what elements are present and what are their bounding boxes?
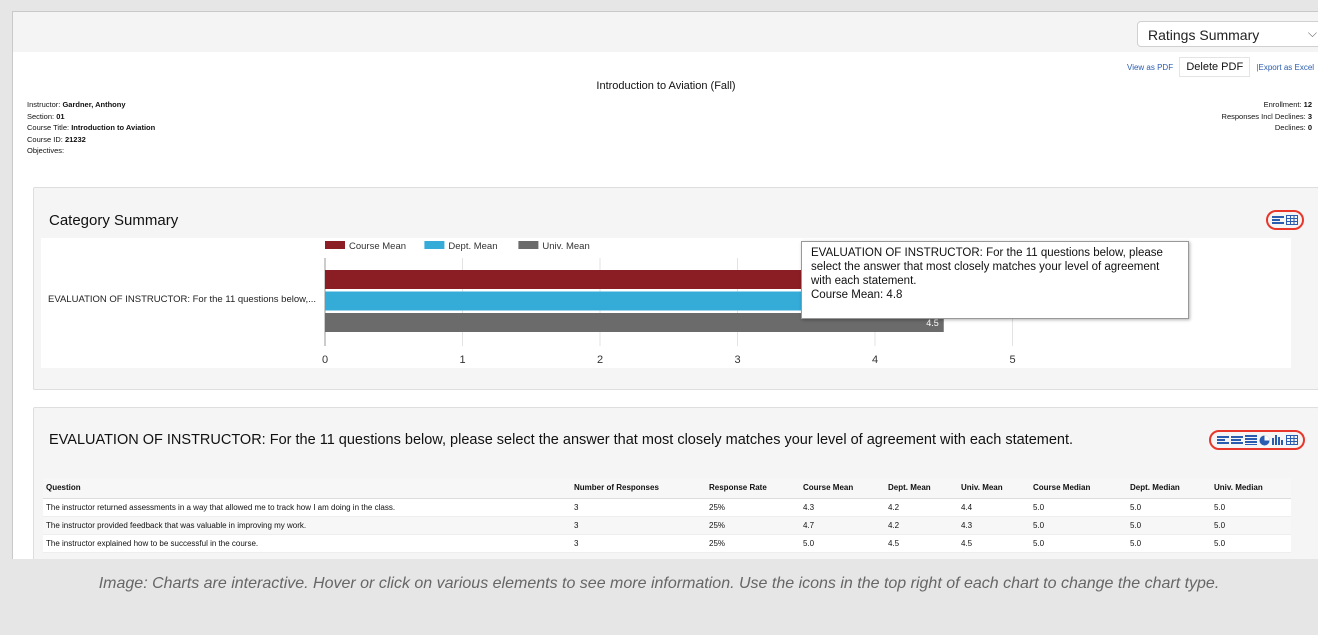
category-summary-panel: Category Summary Course Mean Dept. Mean Un… [33,187,1318,390]
table-row: The instructor returned assessments in a… [43,498,1291,517]
cell-dept-median: 5.0 [1127,516,1211,535]
x-tick-label: 3 [734,354,740,366]
bar-chart-icon[interactable] [1216,435,1229,445]
cell-univ-median: 5.0 [1211,498,1291,517]
cell-univ-median: 5.0 [1211,516,1291,535]
table-icon[interactable] [1286,215,1298,225]
cell-num-responses: 3 [571,534,706,553]
cell-course-median: 5.0 [1030,516,1127,535]
cell-course-median: 5.0 [1030,498,1127,517]
questions-table-wrap: Question Number of Responses Response Ra… [43,478,1291,553]
questions-table: Question Number of Responses Response Ra… [43,478,1291,553]
legend-swatch [325,241,345,249]
list-icon[interactable] [1244,435,1257,445]
table-header-row: Question Number of Responses Response Ra… [43,478,1291,499]
tooltip-value: Course Mean: 4.8 [811,289,903,301]
category-summary-title: Category Summary [49,212,179,229]
cell-question: The instructor explained how to be succe… [43,534,571,553]
legend-label: Univ. Mean [542,241,589,252]
info-declines: Declines: 0 [1274,123,1312,132]
top-bar [13,12,1318,52]
table-icon[interactable] [1285,435,1298,445]
cell-num-responses: 3 [571,516,706,535]
info-objectives: Objectives: [27,146,65,155]
report-type-select[interactable]: Ratings Summary ⌵ [1137,21,1318,47]
report-actions: View as PDF Delete PDF |Export as Excel [1127,57,1314,77]
category-label: EVALUATION OF INSTRUCTOR: For the 11 que… [48,294,316,305]
stacked-bar-icon[interactable] [1230,435,1243,445]
cell-course-median: 5.0 [1030,534,1127,553]
tooltip-text: EVALUATION OF INSTRUCTOR: For the 11 que… [811,247,1163,287]
cell-dept-mean: 4.5 [885,534,958,553]
cell-question: The instructor returned assessments in a… [43,498,571,517]
cell-num-responses: 3 [571,498,706,517]
chevron-down-icon: ⌵ [1307,26,1317,40]
bar-data-label: 4.5 [926,318,939,328]
pie-chart-icon[interactable] [1259,435,1270,446]
legend-label: Dept. Mean [448,241,497,252]
export-excel-link[interactable]: |Export as Excel [1256,63,1314,72]
cell-dept-mean: 4.2 [885,516,958,535]
report-type-value: Ratings Summary [1148,27,1260,43]
info-course-title: Course Title: Introduction to Aviation [27,123,156,132]
evaluation-title: EVALUATION OF INSTRUCTOR: For the 11 que… [49,432,1074,448]
col-course-median[interactable]: Course Median [1030,478,1127,499]
cell-course-mean: 4.3 [800,498,885,517]
col-num-responses[interactable]: Number of Responses [571,478,706,499]
chart-tooltip: EVALUATION OF INSTRUCTOR: For the 11 que… [801,241,1189,319]
cell-univ-median: 5.0 [1211,534,1291,553]
report-frame: Ratings Summary ⌵ View as PDF Delete PDF… [12,11,1318,559]
delete-pdf-button[interactable]: Delete PDF [1179,57,1251,77]
col-course-mean[interactable]: Course Mean [800,478,885,499]
info-responses: Responses Incl Declines: 3 [1221,111,1312,121]
chart-type-switcher [1266,210,1304,230]
table-row: The instructor explained how to be succe… [43,534,1291,553]
x-tick-label: 5 [1009,354,1015,366]
cell-response-rate: 25% [706,516,800,535]
cell-dept-median: 5.0 [1127,534,1211,553]
x-tick-label: 4 [872,354,878,366]
cell-univ-mean: 4.4 [958,498,1030,517]
info-enrollment: Enrollment: 12 [1263,100,1312,109]
cell-course-mean: 4.7 [800,516,885,535]
cell-response-rate: 25% [706,534,800,553]
col-question[interactable]: Question [43,478,571,499]
course-title: Introduction to Aviation (Fall) [596,80,736,92]
col-dept-median[interactable]: Dept. Median [1127,478,1211,499]
course-info-left: Instructor: Gardner, Anthony Section: 01… [27,99,155,157]
image-caption: Image: Charts are interactive. Hover or … [0,559,1318,635]
cell-dept-median: 5.0 [1127,498,1211,517]
legend-swatch [518,241,539,249]
table-row: The instructor provided feedback that wa… [43,516,1291,535]
x-tick-label: 0 [322,354,328,366]
legend-label: Course Mean [349,241,406,252]
cell-course-mean: 5.0 [800,534,885,553]
info-course-id: Course ID: 21232 [27,134,86,144]
course-info-right: Enrollment: 12 Responses Incl Declines: … [1222,99,1312,134]
info-section: Section: 01 [27,111,65,121]
view-pdf-link[interactable]: View as PDF [1127,63,1173,72]
cell-dept-mean: 4.2 [885,498,958,517]
info-instructor: Instructor: Gardner, Anthony [27,100,126,109]
col-response-rate[interactable]: Response Rate [706,478,800,499]
x-tick-label: 1 [459,354,465,366]
col-univ-mean[interactable]: Univ. Mean [958,478,1030,499]
cell-univ-mean: 4.5 [958,534,1030,553]
col-dept-mean[interactable]: Dept. Mean [885,478,958,499]
bar-chart-icon[interactable] [1272,215,1284,225]
evaluation-panel: EVALUATION OF INSTRUCTOR: For the 11 que… [33,407,1318,559]
cell-univ-mean: 4.3 [958,516,1030,535]
legend-swatch [424,241,445,249]
chart-type-switcher [1209,430,1305,450]
cell-response-rate: 25% [706,498,800,517]
x-tick-label: 2 [597,354,603,366]
col-univ-median[interactable]: Univ. Median [1211,478,1291,499]
column-chart-icon[interactable] [1271,435,1284,445]
cell-question: The instructor provided feedback that wa… [43,516,571,535]
